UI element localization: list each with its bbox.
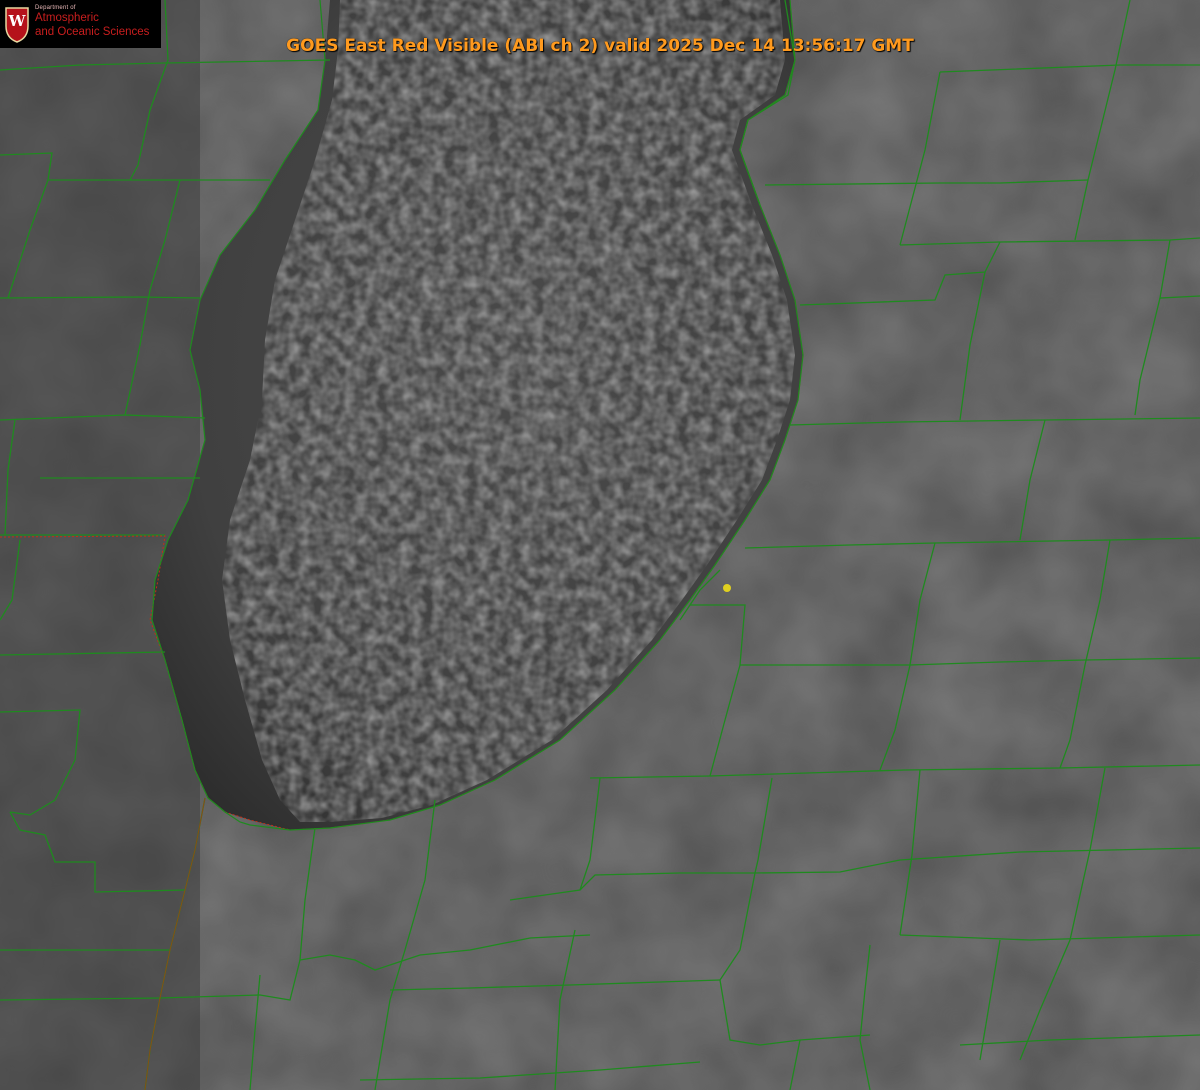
- logo-department-line: Department of: [35, 5, 76, 11]
- satellite-map: [0, 0, 1200, 1090]
- location-marker[interactable]: [723, 584, 731, 592]
- image-title: GOES East Red Visible (ABI ch 2) valid 2…: [0, 36, 1200, 56]
- satellite-image-viewer: W Department of Atmospheric and Oceanic …: [0, 0, 1200, 1090]
- seal-letter: W: [8, 12, 26, 30]
- logo-line-1: Atmospheric: [35, 12, 99, 24]
- title-text: GOES East Red Visible (ABI ch 2) valid 2…: [286, 36, 914, 56]
